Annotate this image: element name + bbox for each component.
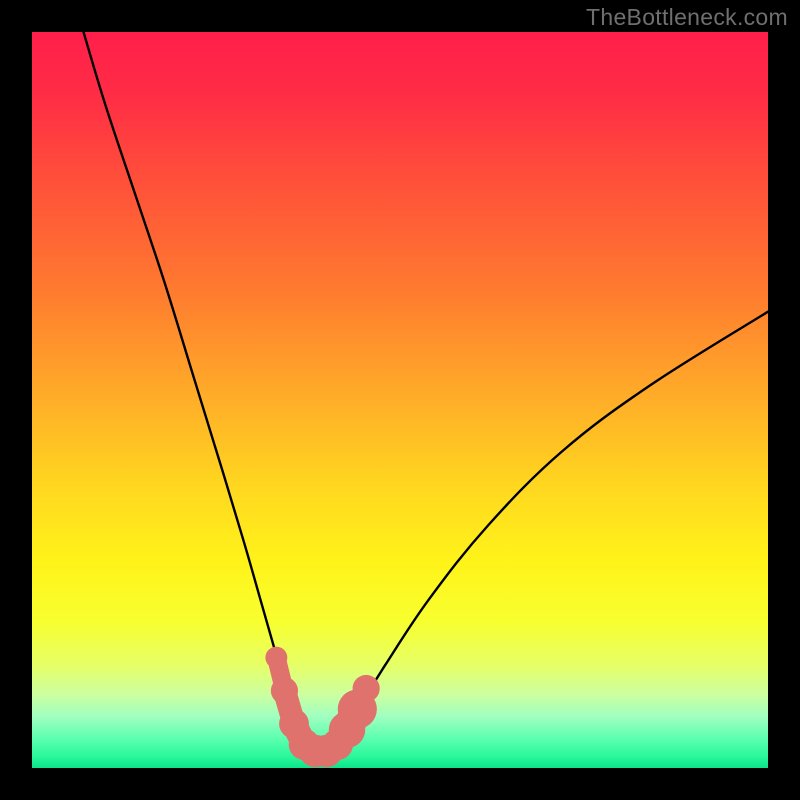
bottleneck-chart — [32, 32, 768, 768]
plot-area — [32, 32, 768, 768]
chart-frame: TheBottleneck.com — [0, 0, 800, 800]
curve-marker — [271, 677, 298, 704]
watermark-text: TheBottleneck.com — [586, 4, 788, 31]
curve-marker — [353, 675, 380, 702]
curve-marker — [265, 647, 287, 669]
heat-gradient-background — [32, 32, 768, 768]
